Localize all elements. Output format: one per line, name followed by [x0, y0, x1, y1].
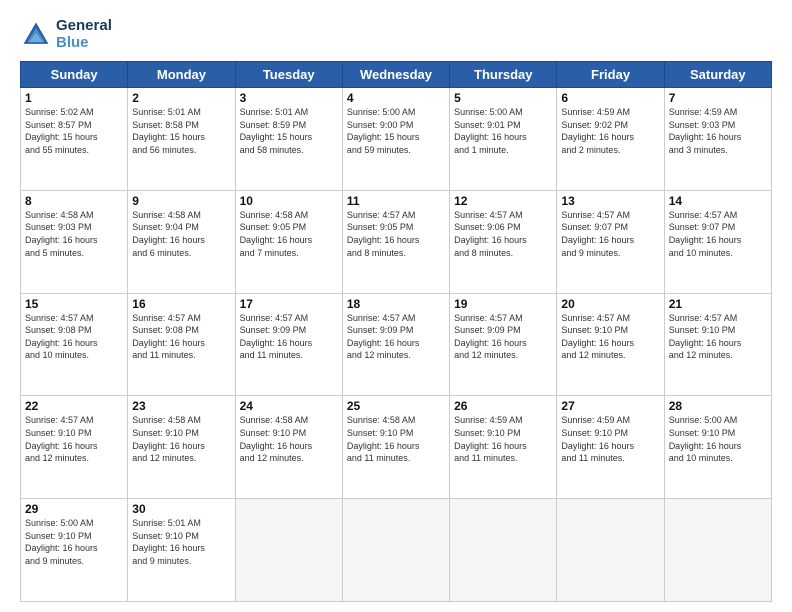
calendar-day-19: 19Sunrise: 4:57 AMSunset: 9:09 PMDayligh… — [450, 293, 557, 396]
calendar-day-17: 17Sunrise: 4:57 AMSunset: 9:09 PMDayligh… — [235, 293, 342, 396]
calendar: SundayMondayTuesdayWednesdayThursdayFrid… — [20, 61, 772, 602]
calendar-header-row: SundayMondayTuesdayWednesdayThursdayFrid… — [21, 62, 772, 88]
header: General Blue — [20, 18, 772, 51]
calendar-day-empty — [342, 499, 449, 602]
calendar-day-12: 12Sunrise: 4:57 AMSunset: 9:06 PMDayligh… — [450, 190, 557, 293]
calendar-day-23: 23Sunrise: 4:58 AMSunset: 9:10 PMDayligh… — [128, 396, 235, 499]
calendar-day-25: 25Sunrise: 4:58 AMSunset: 9:10 PMDayligh… — [342, 396, 449, 499]
calendar-day-20: 20Sunrise: 4:57 AMSunset: 9:10 PMDayligh… — [557, 293, 664, 396]
calendar-day-4: 4Sunrise: 5:00 AMSunset: 9:00 PMDaylight… — [342, 88, 449, 191]
calendar-week-5: 29Sunrise: 5:00 AMSunset: 9:10 PMDayligh… — [21, 499, 772, 602]
calendar-day-6: 6Sunrise: 4:59 AMSunset: 9:02 PMDaylight… — [557, 88, 664, 191]
calendar-day-15: 15Sunrise: 4:57 AMSunset: 9:08 PMDayligh… — [21, 293, 128, 396]
calendar-day-2: 2Sunrise: 5:01 AMSunset: 8:58 PMDaylight… — [128, 88, 235, 191]
calendar-day-3: 3Sunrise: 5:01 AMSunset: 8:59 PMDaylight… — [235, 88, 342, 191]
logo: General Blue — [20, 18, 112, 51]
calendar-week-1: 1Sunrise: 5:02 AMSunset: 8:57 PMDaylight… — [21, 88, 772, 191]
calendar-day-empty — [664, 499, 771, 602]
calendar-header-friday: Friday — [557, 62, 664, 88]
calendar-header-tuesday: Tuesday — [235, 62, 342, 88]
calendar-week-4: 22Sunrise: 4:57 AMSunset: 9:10 PMDayligh… — [21, 396, 772, 499]
calendar-day-30: 30Sunrise: 5:01 AMSunset: 9:10 PMDayligh… — [128, 499, 235, 602]
calendar-day-5: 5Sunrise: 5:00 AMSunset: 9:01 PMDaylight… — [450, 88, 557, 191]
logo-icon — [20, 19, 52, 51]
calendar-day-21: 21Sunrise: 4:57 AMSunset: 9:10 PMDayligh… — [664, 293, 771, 396]
calendar-day-26: 26Sunrise: 4:59 AMSunset: 9:10 PMDayligh… — [450, 396, 557, 499]
calendar-day-8: 8Sunrise: 4:58 AMSunset: 9:03 PMDaylight… — [21, 190, 128, 293]
calendar-day-22: 22Sunrise: 4:57 AMSunset: 9:10 PMDayligh… — [21, 396, 128, 499]
calendar-header-wednesday: Wednesday — [342, 62, 449, 88]
calendar-header-saturday: Saturday — [664, 62, 771, 88]
logo-text: General Blue — [56, 18, 112, 51]
calendar-day-24: 24Sunrise: 4:58 AMSunset: 9:10 PMDayligh… — [235, 396, 342, 499]
calendar-day-13: 13Sunrise: 4:57 AMSunset: 9:07 PMDayligh… — [557, 190, 664, 293]
calendar-day-empty — [235, 499, 342, 602]
calendar-day-empty — [557, 499, 664, 602]
calendar-day-10: 10Sunrise: 4:58 AMSunset: 9:05 PMDayligh… — [235, 190, 342, 293]
calendar-day-14: 14Sunrise: 4:57 AMSunset: 9:07 PMDayligh… — [664, 190, 771, 293]
calendar-day-7: 7Sunrise: 4:59 AMSunset: 9:03 PMDaylight… — [664, 88, 771, 191]
calendar-week-3: 15Sunrise: 4:57 AMSunset: 9:08 PMDayligh… — [21, 293, 772, 396]
calendar-day-11: 11Sunrise: 4:57 AMSunset: 9:05 PMDayligh… — [342, 190, 449, 293]
calendar-week-2: 8Sunrise: 4:58 AMSunset: 9:03 PMDaylight… — [21, 190, 772, 293]
calendar-day-1: 1Sunrise: 5:02 AMSunset: 8:57 PMDaylight… — [21, 88, 128, 191]
calendar-day-28: 28Sunrise: 5:00 AMSunset: 9:10 PMDayligh… — [664, 396, 771, 499]
calendar-header-sunday: Sunday — [21, 62, 128, 88]
page: General Blue SundayMondayTuesdayWednesda… — [0, 0, 792, 612]
calendar-day-16: 16Sunrise: 4:57 AMSunset: 9:08 PMDayligh… — [128, 293, 235, 396]
calendar-day-18: 18Sunrise: 4:57 AMSunset: 9:09 PMDayligh… — [342, 293, 449, 396]
calendar-day-27: 27Sunrise: 4:59 AMSunset: 9:10 PMDayligh… — [557, 396, 664, 499]
calendar-day-9: 9Sunrise: 4:58 AMSunset: 9:04 PMDaylight… — [128, 190, 235, 293]
calendar-day-29: 29Sunrise: 5:00 AMSunset: 9:10 PMDayligh… — [21, 499, 128, 602]
calendar-day-empty — [450, 499, 557, 602]
calendar-header-thursday: Thursday — [450, 62, 557, 88]
calendar-header-monday: Monday — [128, 62, 235, 88]
